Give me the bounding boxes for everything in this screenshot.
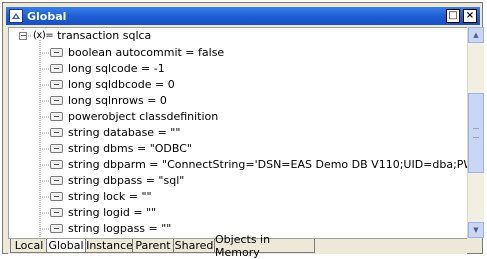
tab-strip: Local Global Instance Parent Shared Obje… xyxy=(8,233,467,259)
variable-icon xyxy=(50,160,63,169)
scroll-up-arrow-icon[interactable]: ▲ xyxy=(468,27,484,43)
tab-global[interactable]: Global xyxy=(46,239,86,253)
tree-item-label: string logpass = "" xyxy=(68,222,172,235)
tree-item-row[interactable]: string dbparm = "ConnectString='DSN=EAS … xyxy=(9,157,467,173)
tree-item-label: string lock = "" xyxy=(68,190,152,203)
tree-item-label: long sqldbcode = 0 xyxy=(68,78,175,91)
variable-icon xyxy=(50,208,63,217)
tab-shared[interactable]: Shared xyxy=(173,239,215,253)
tree-item-row[interactable]: boolean autocommit = false xyxy=(9,45,467,61)
tree-item-row[interactable]: string dbpass = "sql" xyxy=(9,173,467,189)
tree-item-label: string dbpass = "sql" xyxy=(68,174,185,187)
tree-root-row[interactable]: − (x)= transaction sqlca xyxy=(9,28,467,44)
tree-item-row[interactable]: string logid = "" xyxy=(9,205,467,221)
tree-item-row[interactable]: string lock = "" xyxy=(9,189,467,205)
tab-instance[interactable]: Instance xyxy=(85,239,134,253)
variable-icon xyxy=(50,112,63,121)
tab-label: Parent xyxy=(135,239,171,252)
tree-item-row[interactable]: long sqldbcode = 0 xyxy=(9,77,467,93)
tab-label: Local xyxy=(14,239,44,252)
window-title: Global xyxy=(27,9,67,23)
tree-item-label: string logid = "" xyxy=(68,206,157,219)
tree-item-label: string dbms = "ODBC" xyxy=(68,142,192,155)
collapse-toggle-icon[interactable]: − xyxy=(19,32,27,40)
tab-label: Global xyxy=(48,239,84,252)
tree-item-label: string database = "" xyxy=(68,126,181,139)
variable-tree[interactable]: − (x)= transaction sqlca boolean autocom… xyxy=(8,27,467,238)
tree-item-label: long sqlnrows = 0 xyxy=(68,94,167,107)
tree-root-label: transaction sqlca xyxy=(57,29,152,42)
variable-icon xyxy=(50,48,63,57)
close-button[interactable]: × xyxy=(463,9,477,23)
title-bar[interactable]: Global □ × xyxy=(6,7,480,25)
vertical-scrollbar[interactable]: ▲ ▼ xyxy=(467,27,484,238)
variable-icon xyxy=(50,128,63,137)
tab-label: Instance xyxy=(86,239,133,252)
scroll-down-arrow-icon[interactable]: ▼ xyxy=(468,222,484,238)
tree-item-label: string dbparm = "ConnectString='DSN=EAS … xyxy=(68,158,467,171)
debug-window-icon xyxy=(9,9,23,23)
tab-label: Objects in Memory xyxy=(215,232,271,259)
tab-parent[interactable]: Parent xyxy=(132,239,174,253)
structure-variable-icon: (x)= xyxy=(33,30,54,41)
variable-icon xyxy=(50,96,63,105)
variable-icon xyxy=(50,176,63,185)
scrollbar-thumb[interactable] xyxy=(468,93,484,173)
variable-icon xyxy=(50,64,63,73)
tab-local[interactable]: Local xyxy=(10,239,48,253)
close-icon: × xyxy=(465,10,475,21)
global-window: Global □ × − (x)= transaction sqlca bool… xyxy=(2,2,484,259)
tree-item-label: boolean autocommit = false xyxy=(68,46,225,59)
restore-button[interactable]: □ xyxy=(446,9,460,23)
variable-icon xyxy=(50,224,63,233)
tree-item-row[interactable]: string database = "" xyxy=(9,125,467,141)
tab-objects-in-memory[interactable]: Objects in Memory xyxy=(214,233,315,259)
variable-icon xyxy=(50,144,63,153)
tree-item-label: powerobject classdefinition xyxy=(68,110,219,123)
variable-icon xyxy=(50,192,63,201)
tab-label: Shared xyxy=(174,239,214,252)
tree-item-row[interactable]: string dbms = "ODBC" xyxy=(9,141,467,157)
tree-item-label: long sqlcode = -1 xyxy=(68,62,165,75)
restore-icon: □ xyxy=(448,10,458,21)
variable-icon xyxy=(50,80,63,89)
tree-item-row[interactable]: long sqlnrows = 0 xyxy=(9,93,467,109)
tree-item-row[interactable]: powerobject classdefinition xyxy=(9,109,467,125)
tree-item-row[interactable]: long sqlcode = -1 xyxy=(9,61,467,77)
